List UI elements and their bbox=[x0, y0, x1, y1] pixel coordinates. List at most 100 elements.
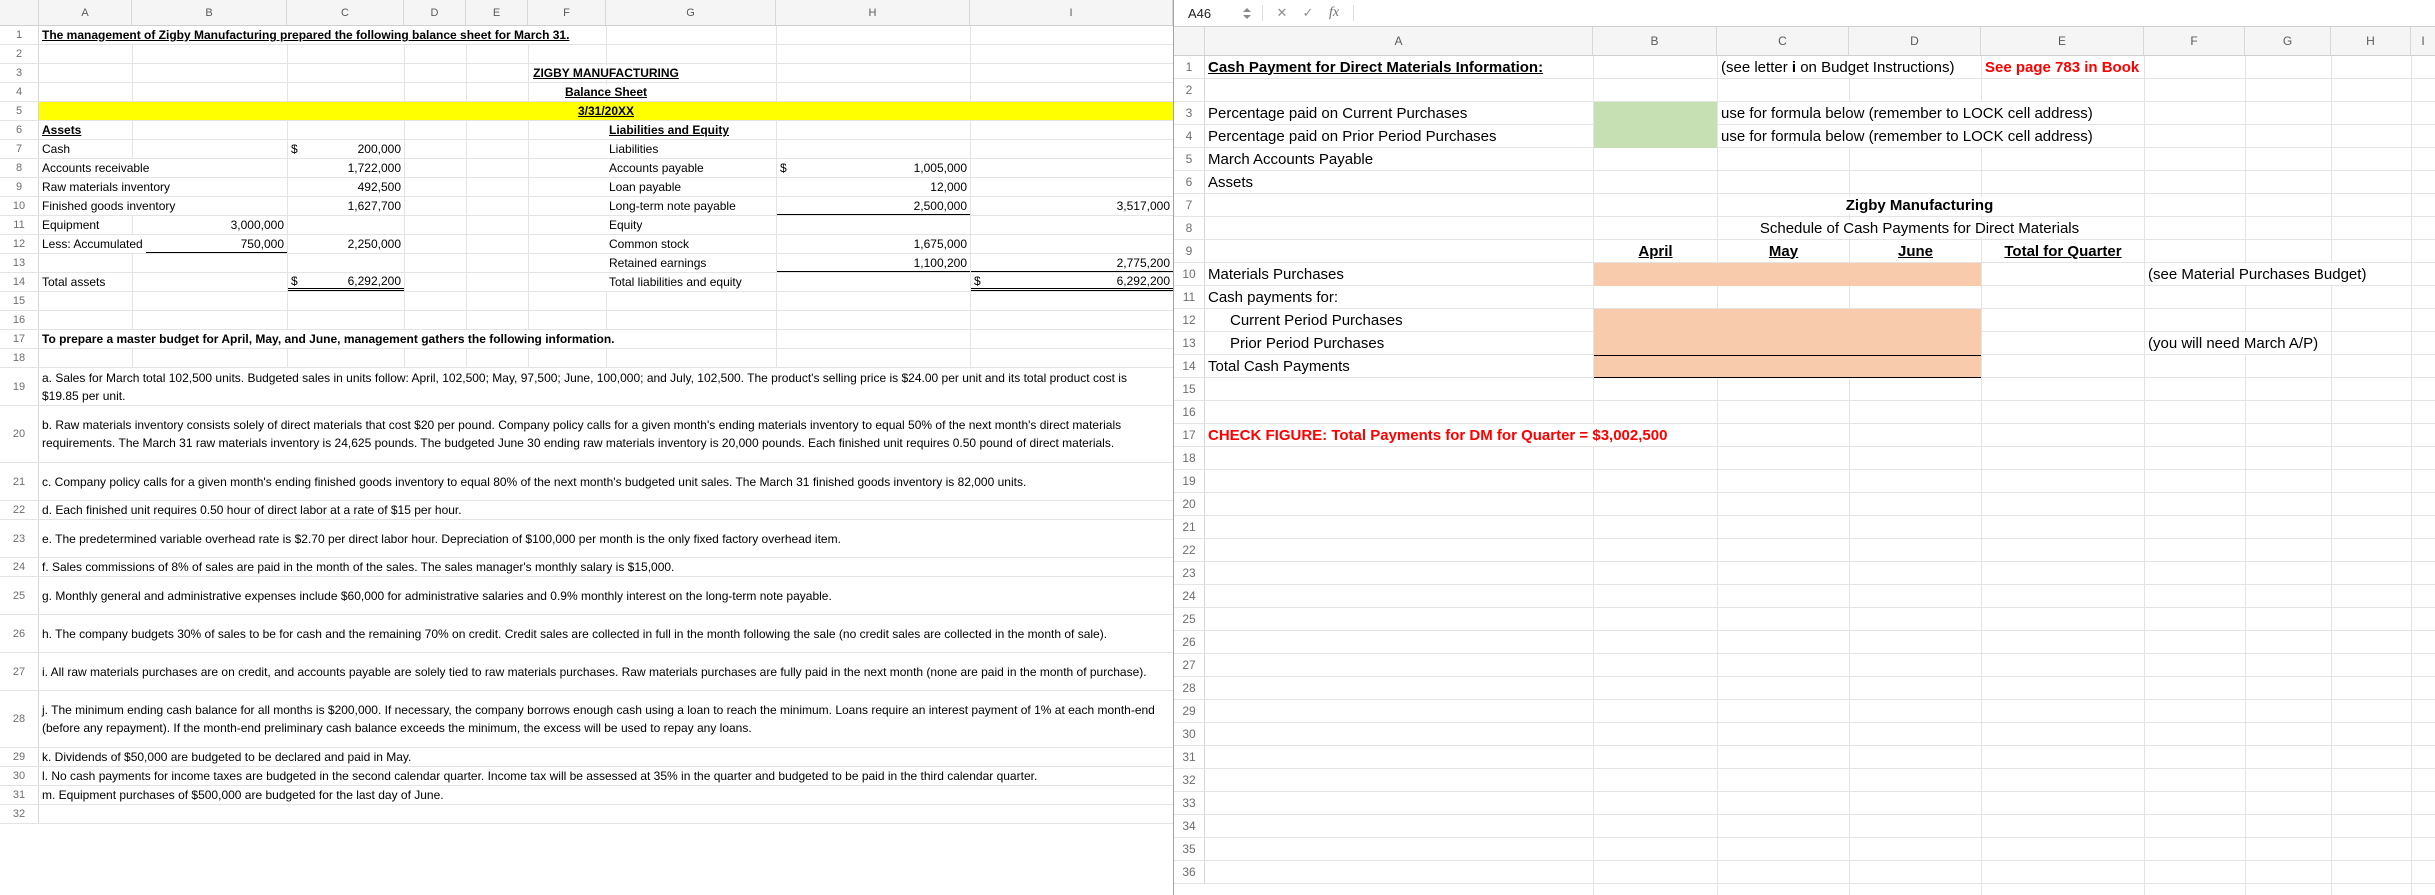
row-cells[interactable]: b. Raw materials inventory consists sole… bbox=[39, 406, 1173, 462]
cell-ap-amount[interactable]: $1,005,000 bbox=[777, 159, 970, 177]
row-header[interactable]: 23 bbox=[1174, 562, 1205, 584]
column-header-b[interactable]: B bbox=[132, 0, 287, 25]
row-header[interactable]: 21 bbox=[1174, 516, 1205, 538]
row-header[interactable]: 36 bbox=[1174, 861, 1205, 883]
row-cells[interactable]: Total assets $6,292,200 Total liabilities … bbox=[39, 273, 1173, 291]
row-header[interactable]: 3 bbox=[0, 64, 39, 82]
cell-total-liabilities[interactable]: 3,517,000 bbox=[971, 197, 1173, 215]
row-cells[interactable]: c. Company policy calls for a given mont… bbox=[39, 463, 1173, 500]
row-header[interactable]: 25 bbox=[0, 577, 39, 614]
row-cells[interactable] bbox=[39, 349, 1173, 367]
row-header[interactable]: 12 bbox=[1174, 309, 1205, 331]
row-header[interactable]: 13 bbox=[1174, 332, 1205, 354]
cell-loan-amount[interactable]: 12,000 bbox=[777, 178, 970, 196]
row-cells[interactable]: Materials Purchases (see Material Purchas… bbox=[1205, 263, 2435, 286]
row-header[interactable]: 12 bbox=[0, 235, 39, 253]
cell-month-april[interactable]: April bbox=[1594, 240, 1717, 262]
row-header[interactable]: 19 bbox=[1174, 470, 1205, 492]
row-header[interactable]: 15 bbox=[0, 292, 39, 310]
cell-schedule-title[interactable]: Schedule of Cash Payments for Direct Mat… bbox=[1594, 217, 2245, 239]
cell-equipment-amount[interactable]: 3,000,000 bbox=[133, 216, 287, 234]
insert-function-icon[interactable]: fx bbox=[1321, 0, 1347, 26]
cell-note-i[interactable]: i. All raw materials purchases are on cr… bbox=[39, 653, 1169, 690]
row-cells[interactable]: f. Sales commissions of 8% of sales are … bbox=[39, 558, 1173, 576]
row-cells[interactable] bbox=[1205, 585, 2435, 607]
column-header-e[interactable]: E bbox=[1981, 27, 2144, 55]
row-cells[interactable]: Assets Liabilities and Equity bbox=[39, 121, 1173, 139]
column-header-c[interactable]: C bbox=[1717, 27, 1849, 55]
row-cells[interactable]: Cash Payment for Direct Materials Inform… bbox=[1205, 56, 2435, 78]
cell-note-m[interactable]: m. Equipment purchases of $500,000 are b… bbox=[39, 786, 1169, 804]
row-header[interactable]: 30 bbox=[0, 767, 39, 785]
row-cells[interactable] bbox=[1205, 562, 2435, 584]
cell-common-stock-amount[interactable]: 1,675,000 bbox=[777, 235, 970, 253]
cell-cash-amount[interactable]: $200,000 bbox=[288, 140, 404, 158]
cell-total-assets-label[interactable]: Total assets bbox=[39, 273, 109, 291]
cell-note-j[interactable]: j. The minimum ending cash balance for a… bbox=[39, 691, 1169, 747]
row-cells[interactable] bbox=[1205, 769, 2435, 791]
cell-march-ap-note[interactable]: (you will need March A/P) bbox=[2145, 332, 2322, 354]
row-header[interactable]: 30 bbox=[1174, 723, 1205, 745]
row-cells[interactable] bbox=[39, 292, 1173, 310]
cell-retained-earnings-amount[interactable]: 1,100,200 bbox=[777, 254, 970, 272]
cell-pct-prior-label[interactable]: Percentage paid on Prior Period Purchase… bbox=[1205, 125, 1500, 147]
row-cells[interactable]: Cash payments for: bbox=[1205, 286, 2435, 308]
cell-total-equity[interactable]: 2,775,200 bbox=[971, 254, 1173, 272]
row-header[interactable]: 33 bbox=[1174, 792, 1205, 814]
row-header[interactable]: 13 bbox=[0, 254, 39, 272]
row-cells[interactable]: April May June Total for Quarter bbox=[1205, 240, 2435, 262]
cell-ar-label[interactable]: Accounts receivable bbox=[39, 159, 153, 177]
row-header[interactable]: 27 bbox=[0, 653, 39, 690]
row-cells[interactable]: Less: Accumulated 750,000 2,250,000 Common … bbox=[39, 235, 1173, 253]
row-header[interactable]: 20 bbox=[1174, 493, 1205, 515]
row-cells[interactable] bbox=[1205, 700, 2435, 722]
row-header[interactable]: 4 bbox=[0, 83, 39, 101]
input-cells-prior-period[interactable] bbox=[1594, 332, 1981, 355]
row-cells[interactable]: Total Cash Payments bbox=[1205, 355, 2435, 378]
row-cells[interactable] bbox=[1205, 838, 2435, 860]
cell-common-stock-label[interactable]: Common stock bbox=[606, 235, 693, 253]
row-cells[interactable]: Prior Period Purchases (you will need Mar… bbox=[1205, 332, 2435, 355]
cell-tle-label[interactable]: Total liabilities and equity bbox=[606, 273, 745, 291]
cell-see-page-note[interactable]: See page 783 in Book bbox=[1982, 56, 2143, 78]
cell-budget-intro[interactable]: To prepare a master budget for April, Ma… bbox=[39, 330, 618, 348]
cell-section-title[interactable]: Cash Payment for Direct Materials Inform… bbox=[1205, 56, 1547, 78]
row-header[interactable]: 21 bbox=[0, 463, 39, 500]
cell-note-d[interactable]: d. Each finished unit requires 0.50 hour… bbox=[39, 501, 1169, 519]
cell-total-cash-label[interactable]: Total Cash Payments bbox=[1205, 355, 1353, 377]
cell-less-accum-label[interactable]: Less: Accumulated bbox=[39, 235, 146, 253]
cell-ap-label[interactable]: Accounts payable bbox=[606, 159, 707, 177]
row-cells[interactable]: Schedule of Cash Payments for Direct Mat… bbox=[1205, 217, 2435, 239]
row-cells[interactable]: h. The company budgets 30% of sales to b… bbox=[39, 615, 1173, 652]
cells-total-cash-payments[interactable] bbox=[1594, 355, 1981, 378]
cell-ltnote-amount[interactable]: 2,500,000 bbox=[777, 197, 970, 215]
cell-cash-label[interactable]: Cash bbox=[39, 140, 74, 158]
row-header[interactable]: 10 bbox=[1174, 263, 1205, 285]
row-cells[interactable]: Zigby Manufacturing bbox=[1205, 194, 2435, 216]
row-header[interactable]: 31 bbox=[0, 786, 39, 804]
row-cells[interactable] bbox=[1205, 861, 2435, 883]
row-header[interactable]: 15 bbox=[1174, 378, 1205, 400]
cell-note-h[interactable]: h. The company budgets 30% of sales to b… bbox=[39, 615, 1169, 652]
cell-see-material-note[interactable]: (see Material Purchases Budget) bbox=[2145, 263, 2370, 285]
row-cells[interactable]: i. All raw materials purchases are on cr… bbox=[39, 653, 1173, 690]
row-cells[interactable]: d. Each finished unit requires 0.50 hour… bbox=[39, 501, 1173, 519]
cell-month-may[interactable]: May bbox=[1718, 240, 1849, 262]
row-header[interactable]: 5 bbox=[1174, 148, 1205, 170]
cell-check-figure[interactable]: CHECK FIGURE: Total Payments for DM for … bbox=[1205, 424, 1671, 446]
row-cells[interactable] bbox=[1205, 677, 2435, 699]
row-header[interactable]: 24 bbox=[1174, 585, 1205, 607]
row-header[interactable]: 26 bbox=[1174, 631, 1205, 653]
row-header[interactable]: 14 bbox=[0, 273, 39, 291]
column-header-c[interactable]: C bbox=[287, 0, 404, 25]
cell-fg-amount[interactable]: 1,627,700 bbox=[288, 197, 404, 215]
row-cells[interactable] bbox=[1205, 79, 2435, 101]
cell-tle-amount[interactable]: $6,292,200 bbox=[971, 273, 1173, 291]
cell-schedule-company[interactable]: Zigby Manufacturing bbox=[1594, 194, 2245, 216]
row-header[interactable]: 6 bbox=[0, 121, 39, 139]
cell-materials-purchases-label[interactable]: Materials Purchases bbox=[1205, 263, 1347, 285]
row-header[interactable]: 26 bbox=[0, 615, 39, 652]
row-header[interactable]: 18 bbox=[1174, 447, 1205, 469]
column-header-h[interactable]: H bbox=[776, 0, 970, 25]
cell-assets-label[interactable]: Assets bbox=[1205, 171, 1257, 193]
